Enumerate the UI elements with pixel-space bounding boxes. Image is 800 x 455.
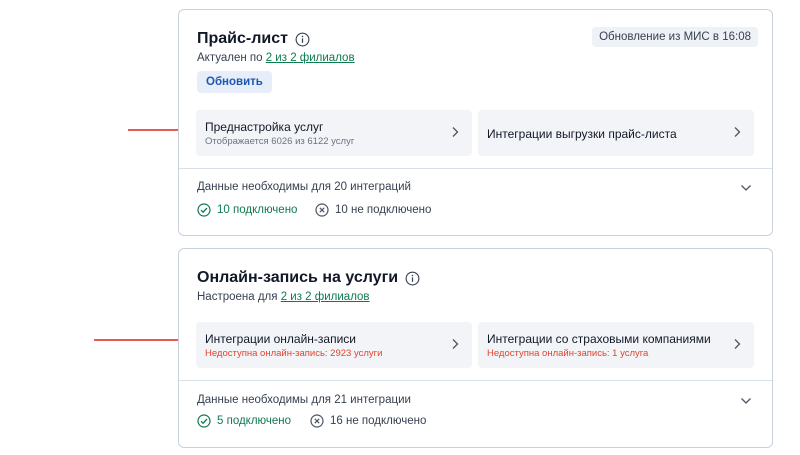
price-list-title-text: Прайс-лист — [197, 30, 288, 47]
check-circle-icon — [197, 203, 211, 217]
chevron-right-icon — [734, 127, 741, 137]
x-circle-icon — [315, 203, 329, 217]
tile-insurance-subtitle: Недоступна онлайн-запись: 1 услуга — [487, 348, 649, 359]
tile-booking-subtitle: Недоступна онлайн-запись: 2923 услуги — [205, 348, 383, 359]
online-booking-title: Онлайн-запись на услуги — [197, 269, 420, 287]
chevron-right-icon — [452, 339, 459, 349]
actual-line: Актуален по 2 из 2 филиалов — [197, 52, 355, 64]
configured-prefix: Настроена для — [197, 291, 281, 303]
x-circle-icon — [310, 414, 324, 428]
divider — [179, 380, 772, 381]
connected-stat: 5 подключено — [197, 414, 291, 428]
price-list-title: Прайс-лист — [197, 30, 310, 48]
online-booking-title-text: Онлайн-запись на услуги — [197, 269, 399, 286]
tile-presetup-services[interactable]: Преднастройка услуг Отображается 6026 из… — [196, 110, 472, 156]
configured-line: Настроена для 2 из 2 филиалов — [197, 291, 370, 303]
chevron-right-icon — [734, 339, 741, 349]
requirements-text: Данные необходимы для 21 интеграции — [197, 394, 411, 406]
connected-stat: 10 подключено — [197, 203, 297, 217]
connected-text: 5 подключено — [217, 415, 292, 427]
update-badge: Обновление из МИС в 16:08 — [592, 27, 758, 47]
tile-export-integrations[interactable]: Интеграции выгрузки прайс-листа — [478, 110, 754, 156]
not-connected-text: 10 не подключено — [335, 204, 432, 216]
divider — [179, 168, 772, 169]
tile-insurance-title: Интеграции со страховыми компаниями — [487, 332, 711, 346]
chevron-down-icon[interactable] — [740, 184, 752, 192]
info-icon[interactable] — [295, 32, 310, 47]
not-connected-stat: 10 не подключено — [315, 203, 431, 217]
tile-insurance-integrations[interactable]: Интеграции со страховыми компаниями Недо… — [478, 322, 754, 368]
actual-branches-link[interactable]: 2 из 2 филиалов — [266, 52, 355, 64]
not-connected-text: 16 не подключено — [330, 415, 427, 427]
connected-text: 10 подключено — [217, 204, 298, 216]
chevron-right-icon — [452, 127, 459, 137]
tile-export-title: Интеграции выгрузки прайс-листа — [487, 127, 677, 141]
tile-booking-integrations[interactable]: Интеграции онлайн-записи Недоступна онла… — [196, 322, 472, 368]
check-circle-icon — [197, 414, 211, 428]
price-list-card: Прайс-лист Обновление из МИС в 16:08 Акт… — [178, 9, 773, 236]
not-connected-stat: 16 не подключено — [310, 414, 426, 428]
online-booking-card: Онлайн-запись на услуги Настроена для 2 … — [178, 248, 773, 448]
actual-prefix: Актуален по — [197, 52, 266, 64]
info-icon[interactable] — [405, 271, 420, 286]
tile-presetup-subtitle: Отображается 6026 из 6122 услуг — [205, 136, 355, 147]
configured-branches-link[interactable]: 2 из 2 филиалов — [281, 291, 370, 303]
chevron-down-icon[interactable] — [740, 397, 752, 405]
tile-presetup-title: Преднастройка услуг — [205, 120, 324, 134]
requirements-text: Данные необходимы для 20 интеграций — [197, 181, 411, 193]
refresh-button[interactable]: Обновить — [197, 71, 272, 93]
tile-booking-title: Интеграции онлайн-записи — [205, 332, 357, 346]
